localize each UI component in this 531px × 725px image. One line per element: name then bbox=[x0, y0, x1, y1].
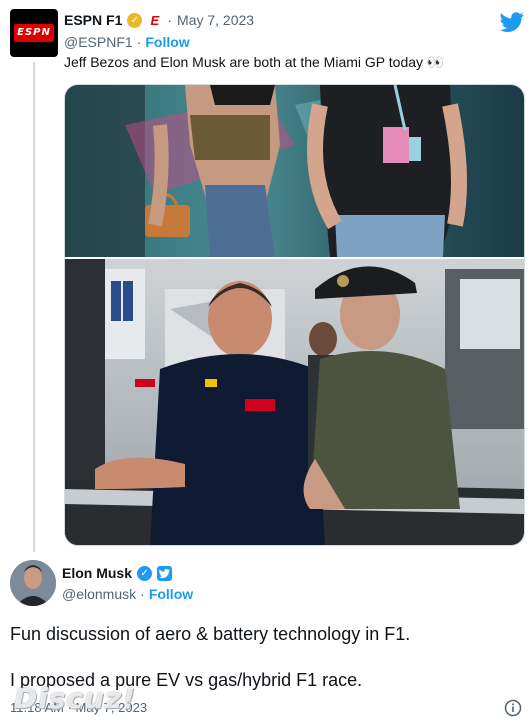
quoted-tweet-name-row: ESPN F1 ✓ E · May 7, 2023 bbox=[64, 10, 254, 30]
discuz-watermark: Discuz! bbox=[14, 682, 137, 715]
separator-dot: · bbox=[140, 586, 145, 602]
espn-logo: ESPN bbox=[14, 24, 54, 42]
thread-connector-line bbox=[33, 62, 35, 552]
separator-dot: · bbox=[136, 34, 142, 50]
main-tweet-text-line-1: Fun discussion of aero & battery technol… bbox=[10, 624, 411, 644]
garage-conversation-illustration bbox=[65, 259, 524, 545]
twitter-mini-icon bbox=[157, 565, 173, 581]
follow-elon-button[interactable]: Follow bbox=[149, 586, 193, 602]
espn-avatar[interactable]: ESPN bbox=[10, 9, 58, 57]
quoted-handle[interactable]: @ESPNF1 bbox=[64, 34, 133, 50]
garage-conversation-photo[interactable] bbox=[65, 259, 524, 545]
tweet-media[interactable] bbox=[64, 84, 525, 546]
follow-espn-button[interactable]: Follow bbox=[145, 34, 189, 50]
elon-avatar[interactable] bbox=[10, 560, 56, 606]
paddock-walkers-illustration bbox=[65, 85, 524, 257]
info-icon[interactable] bbox=[504, 699, 522, 717]
main-tweet-handle-row: @elonmusk · Follow bbox=[62, 584, 193, 604]
main-tweet-name-row: Elon Musk ✓ bbox=[62, 563, 173, 583]
paddock-walkers-photo[interactable] bbox=[65, 85, 524, 257]
avatar-illustration bbox=[10, 560, 56, 606]
gold-verified-icon: ✓ bbox=[127, 12, 143, 28]
quoted-tweet-handle-row: @ESPNF1 · Follow bbox=[64, 32, 190, 52]
separator-dot: · bbox=[167, 12, 173, 28]
main-display-name[interactable]: Elon Musk bbox=[62, 565, 132, 581]
quoted-tweet-text: Jeff Bezos and Elon Musk are both at the… bbox=[64, 54, 445, 70]
quoted-tweet-date[interactable]: May 7, 2023 bbox=[177, 12, 254, 28]
main-handle[interactable]: @elonmusk bbox=[62, 586, 136, 602]
espn-e-icon: E bbox=[150, 12, 160, 28]
blue-verified-icon: ✓ bbox=[137, 565, 153, 581]
twitter-bird-icon[interactable] bbox=[500, 10, 524, 34]
quoted-display-name[interactable]: ESPN F1 bbox=[64, 12, 122, 28]
